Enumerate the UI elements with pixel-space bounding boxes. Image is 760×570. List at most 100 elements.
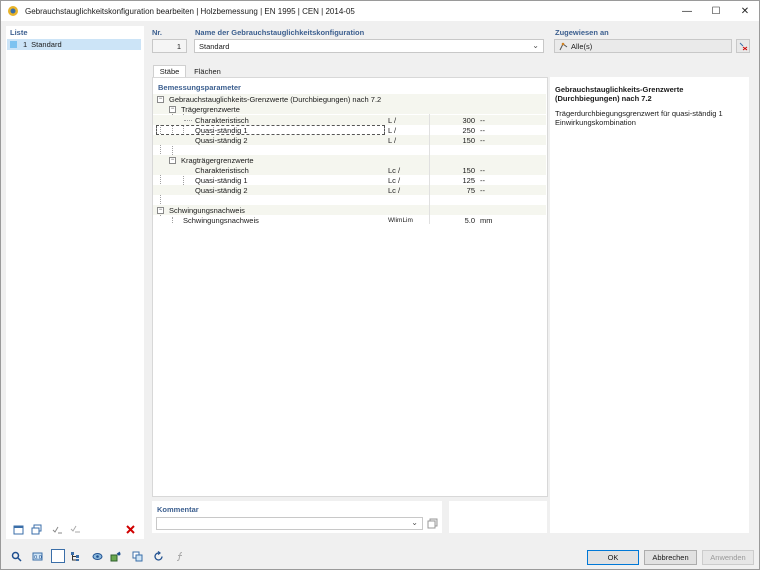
param-row[interactable]: Charakteristisch Lc / 150 -- (153, 165, 546, 175)
members-icon (559, 42, 568, 50)
param-unit: -- (480, 115, 485, 125)
dialog-window: Gebrauchstauglichkeitskonfiguration bear… (0, 0, 760, 570)
param-value[interactable]: 75 (431, 186, 475, 195)
nr-field: 1 (152, 39, 187, 53)
focus-outline (156, 125, 385, 135)
param-unit: -- (480, 135, 485, 145)
select-members-icon[interactable] (736, 39, 750, 53)
tab-staebe[interactable]: Stäbe (153, 65, 186, 77)
param-unit: -- (480, 165, 485, 175)
collapse-icon[interactable]: − (169, 156, 176, 164)
uncheck-all-icon[interactable] (68, 522, 82, 536)
param-symbol: Lc / (388, 185, 401, 195)
tab-flaechen[interactable]: Flächen (188, 65, 227, 77)
display-frame-icon[interactable] (51, 549, 65, 563)
info-title: Gebrauchstauglichkeits-Grenzwerte (Durch… (555, 85, 684, 103)
structure-tree-icon[interactable] (68, 549, 82, 563)
cancel-button[interactable]: Abbrechen (644, 550, 697, 565)
param-symbol: L / (388, 115, 397, 125)
assigned-value: Alle(s) (571, 41, 593, 51)
param-label: Quasi-ständig 1 (195, 175, 248, 185)
new-item-icon[interactable] (11, 522, 25, 536)
info-description: Trägerdurchbiegungsgrenzwert für quasi-s… (555, 109, 723, 127)
param-symbol: L / (388, 125, 397, 135)
comment-copy-icon[interactable] (425, 516, 439, 530)
name-label: Name der Gebrauchstauglichkeitskonfigura… (195, 28, 365, 37)
param-symbol: Lc / (388, 175, 401, 185)
reset-icon[interactable] (151, 549, 165, 563)
param-label: Charakteristisch (195, 115, 249, 125)
param-label: Quasi-ständig 2 (195, 135, 248, 145)
list-item-number: 1 (23, 40, 28, 49)
param-label: Charakteristisch (195, 165, 249, 175)
param-row[interactable]: Quasi-ständig 2 Lc / 75 -- (153, 185, 546, 195)
group-label: Schwingungsnachweis (169, 205, 245, 215)
column-divider (429, 114, 430, 224)
param-value[interactable]: 125 (431, 176, 475, 185)
param-value[interactable]: 5.0 (431, 216, 475, 225)
param-unit: -- (480, 175, 485, 185)
copy-item-icon[interactable] (29, 522, 43, 536)
param-value[interactable]: 150 (431, 166, 475, 175)
list-item-name: Standard (31, 40, 62, 49)
subgroup-beam-limits[interactable]: − Trägergrenzwerte (153, 104, 546, 114)
search-icon[interactable] (9, 549, 23, 563)
window-title: Gebrauchstauglichkeitskonfiguration bear… (25, 6, 355, 16)
comment-input[interactable]: ⌄ (156, 517, 423, 530)
chevron-down-icon[interactable]: ⌄ (411, 518, 418, 527)
ok-button[interactable]: OK (587, 550, 639, 565)
list-item[interactable]: 1 Standard (7, 39, 141, 50)
param-symbol: L / (388, 135, 397, 145)
color-swatch-icon (10, 41, 17, 48)
assigned-label: Zugewiesen an (555, 28, 609, 37)
collapse-icon[interactable]: − (157, 95, 164, 103)
param-row[interactable]: Charakteristisch L / 300 -- (153, 115, 546, 125)
app-icon (8, 6, 18, 16)
group-label: Gebrauchstauglichkeits-Grenzwerte (Durch… (169, 94, 382, 104)
assigned-field: Alle(s) (554, 39, 732, 53)
param-row[interactable]: Schwingungsnachweis WlimLim 5.0 mm (153, 215, 546, 225)
group-deflection-limits[interactable]: − Gebrauchstauglichkeits-Grenzwerte (Dur… (153, 94, 546, 104)
svg-text:0.0: 0.0 (34, 555, 42, 561)
param-symbol: WlimLim (388, 216, 413, 224)
comment-side-panel (449, 501, 547, 533)
parameters-header: Bemessungsparameter (158, 83, 241, 92)
model-view-icon[interactable] (108, 549, 122, 563)
maximize-button[interactable]: ☐ (702, 1, 730, 21)
param-label: Quasi-ständig 2 (195, 185, 248, 195)
check-all-icon[interactable] (50, 522, 64, 536)
param-label: Schwingungsnachweis (183, 215, 259, 225)
param-value[interactable]: 300 (431, 116, 475, 125)
param-value[interactable]: 150 (431, 136, 475, 145)
units-icon[interactable]: 0.0 (30, 549, 44, 563)
list-header: Liste (10, 28, 28, 37)
nr-label: Nr. (152, 28, 163, 37)
param-label: Quasi-ständig 1 (195, 125, 248, 135)
info-panel: Gebrauchstauglichkeits-Grenzwerte (Durch… (550, 77, 749, 533)
subgroup-label: Trägergrenzwerte (181, 104, 240, 114)
collapse-icon[interactable]: − (157, 206, 164, 214)
param-row[interactable]: Quasi-ständig 2 L / 150 -- (153, 135, 546, 145)
title-bar: Gebrauchstauglichkeitskonfiguration bear… (1, 1, 759, 21)
param-row[interactable]: Quasi-ständig 1 Lc / 125 -- (153, 175, 546, 185)
list-panel: Liste (6, 26, 144, 539)
name-value: Standard (199, 41, 230, 51)
param-symbol: Lc / (388, 165, 401, 175)
param-unit: -- (480, 185, 485, 195)
subgroup-cantilever-limits[interactable]: − Kragträgergrenzwerte (153, 155, 546, 165)
param-value[interactable]: 250 (431, 126, 475, 135)
collapse-icon[interactable]: − (169, 105, 176, 113)
minimize-button[interactable]: — (673, 1, 701, 21)
chevron-down-icon[interactable]: ⌄ (532, 41, 539, 50)
delete-icon[interactable] (123, 522, 137, 536)
table-view-icon[interactable] (130, 549, 144, 563)
param-row[interactable]: Quasi-ständig 1 L / 250 -- (153, 125, 546, 135)
name-input[interactable]: Standard ⌄ (194, 39, 544, 53)
param-unit: mm (480, 215, 493, 225)
close-button[interactable]: ✕ (731, 1, 759, 21)
function-icon[interactable] (173, 549, 187, 563)
view-eye-icon[interactable] (90, 549, 104, 563)
group-vibration[interactable]: − Schwingungsnachweis (153, 205, 546, 215)
comment-label: Kommentar (157, 505, 199, 514)
apply-button[interactable]: Anwenden (702, 550, 754, 565)
